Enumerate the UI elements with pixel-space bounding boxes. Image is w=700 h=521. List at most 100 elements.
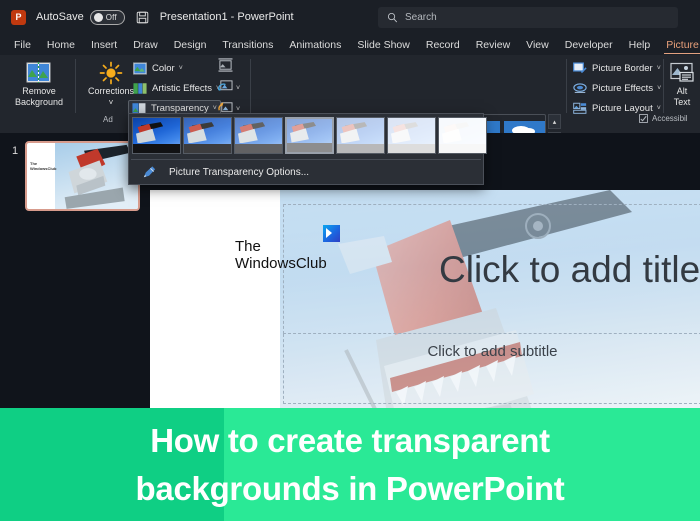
compress-pictures-button[interactable] <box>218 58 233 77</box>
search-box[interactable]: Search <box>378 7 678 28</box>
banner-line-1: How to create transparent <box>150 421 550 459</box>
alt-text-label-2: Text <box>673 97 691 107</box>
picture-border-button[interactable]: Picture Border ˅ <box>570 60 664 77</box>
thumbnail-plane-art <box>54 143 138 209</box>
remove-background-label-2: Background <box>14 97 64 107</box>
color-label: Color <box>152 63 175 74</box>
transparency-option-5[interactable] <box>387 117 436 154</box>
transparency-dropdown-menu[interactable]: Picture Transparency Options... <box>128 113 487 185</box>
gallery-scroll-up-icon[interactable]: ▴ <box>548 114 561 129</box>
title-bar: P AutoSave Off Presentation1 - PowerPoin… <box>0 0 700 34</box>
accessibility-group-label: Accessibil <box>652 114 688 123</box>
remove-background-button[interactable]: Remove Background <box>8 60 70 108</box>
remove-background-label-1: Remove <box>22 86 56 96</box>
tab-picture-format[interactable]: Picture Format <box>658 34 700 55</box>
reset-picture-caret-icon[interactable]: ˅ <box>236 106 240 113</box>
compress-pictures-icon <box>218 58 233 77</box>
accessibility-checker-icon <box>639 114 648 123</box>
picture-border-label: Picture Border <box>592 63 653 74</box>
transparency-option-4[interactable] <box>336 117 385 154</box>
banner-line-2: backgrounds in PowerPoint <box>135 469 565 507</box>
title-placeholder[interactable]: Click to add title <box>283 204 700 334</box>
ribbon-divider-3 <box>566 59 567 113</box>
tab-record[interactable]: Record <box>418 34 468 55</box>
picture-transparency-options-item[interactable]: Picture Transparency Options... <box>131 162 481 183</box>
slide-watermark-line-1: The <box>235 238 261 255</box>
artistic-effects-button[interactable]: Artistic Effects ˅ <box>130 80 223 97</box>
alt-text-button[interactable]: Alt Text <box>665 60 699 108</box>
slide-watermark-line-2: WindowsClub <box>235 255 327 272</box>
transparency-options-icon <box>141 165 157 180</box>
adjust-group-label: Ad <box>103 115 113 124</box>
picture-border-caret-icon[interactable]: ˅ <box>657 65 661 72</box>
document-title: Presentation1 - PowerPoint <box>159 11 294 23</box>
picture-effects-button[interactable]: Picture Effects ˅ <box>570 80 664 97</box>
picture-effects-caret-icon[interactable]: ˅ <box>657 85 661 92</box>
transparency-caret-icon[interactable]: ˅ <box>213 105 217 112</box>
autosave-label: AutoSave <box>36 11 84 23</box>
tab-developer[interactable]: Developer <box>557 34 621 55</box>
ribbon-tab-bar: File Home Insert Draw Design Transitions… <box>0 34 700 55</box>
remove-background-icon <box>8 60 70 86</box>
color-button[interactable]: Color ˅ <box>130 60 186 77</box>
slide-number-label: 1 <box>12 145 19 157</box>
windowsclub-logo-icon <box>323 225 340 242</box>
tab-draw[interactable]: Draw <box>125 34 166 55</box>
ribbon-divider-1 <box>75 59 76 113</box>
picture-transparency-options-label: Picture Transparency Options... <box>169 167 310 178</box>
tab-view[interactable]: View <box>518 34 557 55</box>
color-caret-icon[interactable]: ˅ <box>179 65 183 72</box>
tab-slide-show[interactable]: Slide Show <box>349 34 418 55</box>
alt-text-label-1: Alt <box>676 86 688 96</box>
banner-text: How to create transparent backgrounds in… <box>0 408 700 521</box>
picture-layout-caret-icon[interactable]: ˅ <box>657 105 661 112</box>
color-picture-icon <box>133 62 147 76</box>
tab-design[interactable]: Design <box>166 34 215 55</box>
picture-border-icon <box>573 62 587 76</box>
slide-1-thumbnail[interactable]: The WindowsClub <box>25 141 140 211</box>
picture-effects-label: Picture Effects <box>592 83 654 94</box>
change-picture-caret-icon[interactable]: ˅ <box>236 85 240 92</box>
powerpoint-window: P AutoSave Off Presentation1 - PowerPoin… <box>0 0 700 521</box>
change-picture-icon <box>218 79 233 98</box>
subtitle-placeholder-text: Click to add subtitle <box>427 343 558 360</box>
transparency-gallery <box>132 117 487 154</box>
slide-surface[interactable]: The WindowsClub Click to add title Click… <box>150 190 700 408</box>
thumbnail-picture <box>54 143 138 209</box>
autosave-toggle[interactable]: Off <box>89 9 125 25</box>
slide-watermark: The WindowsClub <box>235 238 327 272</box>
autosave-state-label: Off <box>105 12 117 22</box>
transparency-option-6[interactable] <box>438 117 487 154</box>
tab-transitions[interactable]: Transitions <box>214 34 281 55</box>
transparency-option-0[interactable] <box>132 117 181 154</box>
tab-insert[interactable]: Insert <box>83 34 125 55</box>
dropdown-divider <box>131 159 481 160</box>
save-icon[interactable] <box>136 11 149 24</box>
tab-home[interactable]: Home <box>39 34 83 55</box>
autosave-toggle-knob <box>93 12 103 22</box>
artistic-effects-label: Artistic Effects <box>152 83 213 94</box>
powerpoint-logo-icon: P <box>11 9 26 25</box>
tab-animations[interactable]: Animations <box>281 34 349 55</box>
transparency-option-3[interactable] <box>285 117 334 154</box>
transparency-option-1[interactable] <box>183 117 232 154</box>
title-placeholder-text: Click to add title <box>439 248 700 290</box>
alt-text-icon <box>665 60 699 86</box>
tab-help[interactable]: Help <box>621 34 659 55</box>
change-picture-button[interactable]: ˅ <box>218 80 240 97</box>
search-icon <box>387 12 398 23</box>
accessibility-group[interactable]: Accessibil <box>639 114 688 123</box>
search-input[interactable]: Search <box>405 12 437 23</box>
tab-file[interactable]: File <box>6 34 39 55</box>
picture-effects-icon <box>573 82 587 96</box>
artistic-effects-icon <box>133 82 147 96</box>
ribbon-divider-4 <box>663 59 664 113</box>
picture-layout-label: Picture Layout <box>592 103 653 114</box>
thumbnail-watermark: The WindowsClub <box>30 161 57 171</box>
ribbon-divider-2 <box>250 59 251 113</box>
article-title-banner: How to create transparent backgrounds in… <box>0 408 700 521</box>
transparency-option-2[interactable] <box>234 117 283 154</box>
tab-review[interactable]: Review <box>468 34 518 55</box>
subtitle-placeholder[interactable]: Click to add subtitle <box>283 334 700 404</box>
picture-layout-icon <box>573 102 587 116</box>
